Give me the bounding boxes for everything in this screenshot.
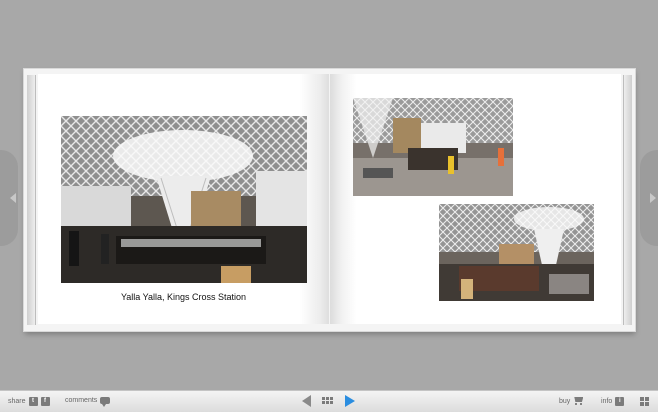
comment-bubble-icon bbox=[100, 397, 111, 407]
share-label: share bbox=[8, 398, 26, 405]
twitter-icon[interactable]: t bbox=[28, 397, 38, 406]
book-left-edge bbox=[27, 75, 36, 325]
grid-icon bbox=[322, 397, 333, 404]
triangle-left-icon bbox=[302, 395, 311, 407]
share-group: share t f bbox=[8, 397, 50, 406]
play-slideshow-button[interactable] bbox=[345, 395, 355, 407]
facebook-icon[interactable]: f bbox=[40, 397, 50, 406]
thumbnails-button[interactable] bbox=[322, 397, 333, 404]
cart-icon bbox=[573, 397, 584, 405]
fullscreen-icon bbox=[640, 397, 649, 406]
fullscreen-button[interactable] bbox=[640, 397, 649, 406]
info-icon: i bbox=[615, 397, 625, 406]
viewer-stage: Yalla Yalla, Kings Cross Station bbox=[0, 0, 658, 390]
buy-label: buy bbox=[559, 397, 571, 405]
buy-button[interactable]: buy bbox=[559, 397, 584, 405]
photo-yalla-yalla-main[interactable] bbox=[61, 116, 307, 283]
comments-button[interactable]: comments bbox=[65, 397, 111, 407]
book-right-edge bbox=[623, 75, 632, 325]
comments-label: comments bbox=[65, 397, 98, 404]
photo-station-concourse-top[interactable] bbox=[353, 98, 513, 196]
info-label: info bbox=[601, 398, 613, 405]
next-page-button[interactable] bbox=[640, 150, 658, 246]
previous-page-button[interactable] bbox=[0, 150, 18, 246]
photo-station-concourse-bottom[interactable] bbox=[439, 204, 594, 301]
chevron-right-icon bbox=[650, 193, 656, 203]
bottom-toolbar: share t f comments buy info i bbox=[0, 390, 658, 412]
info-button[interactable]: info i bbox=[601, 397, 625, 406]
play-icon bbox=[345, 395, 355, 407]
previous-button[interactable] bbox=[302, 395, 311, 407]
photo-caption: Yalla Yalla, Kings Cross Station bbox=[120, 292, 247, 302]
chevron-left-icon bbox=[10, 193, 16, 203]
